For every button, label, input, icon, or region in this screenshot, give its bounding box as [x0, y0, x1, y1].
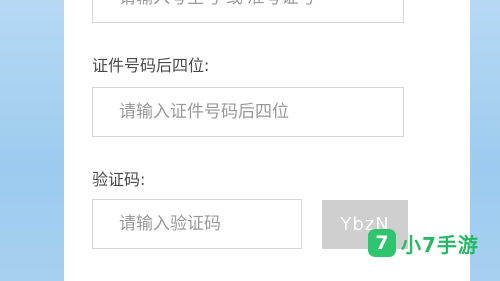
- captcha-label: 验证码:: [92, 170, 146, 189]
- exam-id-input[interactable]: [92, 0, 404, 23]
- watermark-text: 小7手游: [401, 232, 479, 257]
- cert-number-label: 证件号码后四位:: [92, 56, 210, 75]
- watermark-badge-icon: 7: [368, 229, 396, 257]
- cert-number-input[interactable]: [92, 87, 404, 137]
- captcha-input[interactable]: [92, 199, 302, 249]
- watermark-logo: 7 小7手游: [368, 228, 479, 258]
